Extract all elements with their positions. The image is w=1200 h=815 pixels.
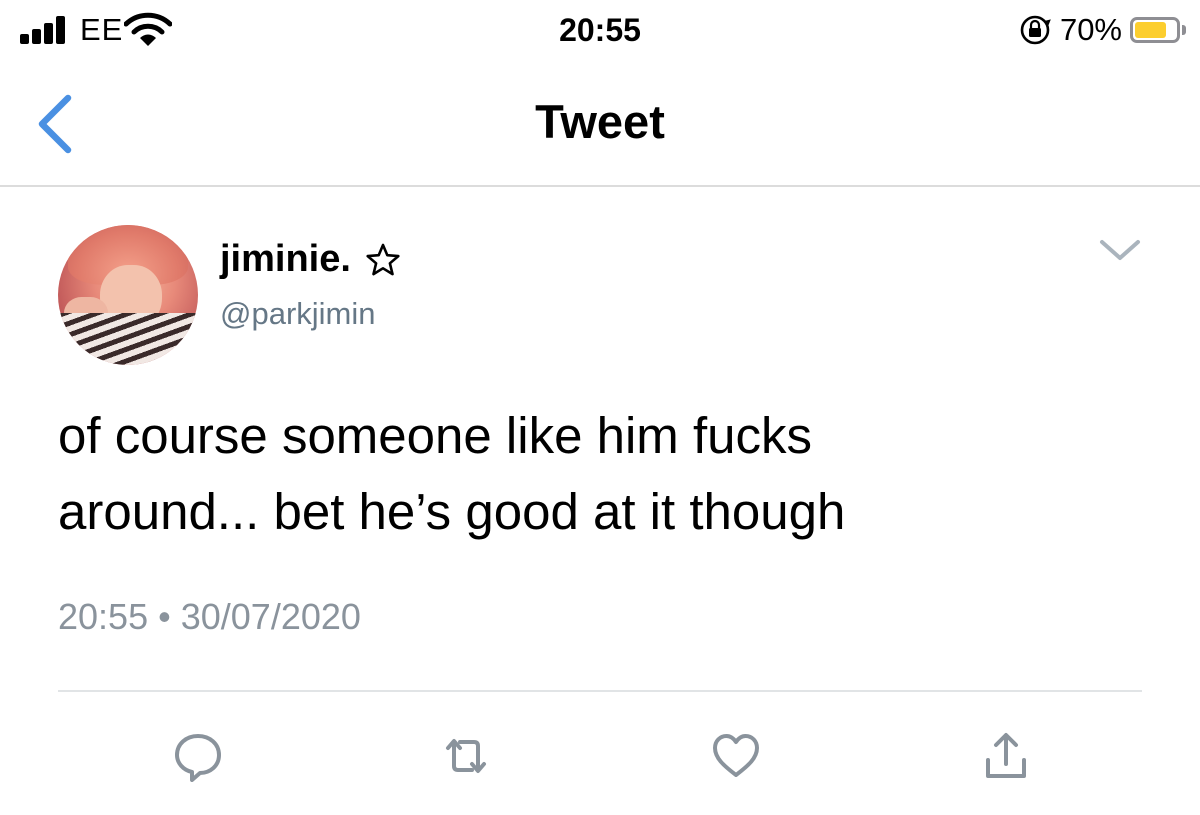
retweet-button[interactable] <box>440 730 492 782</box>
page-title: Tweet <box>535 95 665 148</box>
share-icon <box>986 733 1026 778</box>
reply-button[interactable] <box>172 730 224 782</box>
tweet-menu-button[interactable] <box>1098 236 1142 266</box>
status-right-group: 70% <box>1018 10 1186 50</box>
nav-bar: Tweet <box>0 64 1200 187</box>
battery-tip <box>1182 25 1186 35</box>
chevron-down-icon <box>1100 240 1140 260</box>
share-button[interactable] <box>980 730 1032 782</box>
tweet-text: of course someone like him fucks around.… <box>58 407 846 540</box>
like-button[interactable] <box>710 730 762 782</box>
orientation-lock-icon <box>1020 15 1051 45</box>
tweet-date: 30/07/2020 <box>180 596 361 637</box>
meta-separator: • <box>158 596 171 637</box>
star-outline-icon <box>366 243 400 275</box>
heart-icon <box>713 734 759 777</box>
display-name[interactable]: jiminie. <box>220 238 351 281</box>
retweet-icon <box>446 739 486 773</box>
battery-icon <box>1130 17 1180 43</box>
tweet-time: 20:55 <box>58 596 149 637</box>
battery-level-fill <box>1135 22 1166 38</box>
user-handle[interactable]: @parkjimin <box>220 296 376 332</box>
status-bar: EE 20:55 70% <box>0 0 1200 64</box>
divider <box>58 690 1142 692</box>
display-name-row[interactable]: jiminie. <box>220 238 401 281</box>
tweet-timestamp[interactable]: 20:55 • 30/07/2020 <box>58 596 361 638</box>
battery-percent: 70% <box>1059 12 1122 47</box>
avatar[interactable] <box>58 225 198 365</box>
reply-icon <box>175 734 221 782</box>
avatar-shirt <box>58 313 198 365</box>
